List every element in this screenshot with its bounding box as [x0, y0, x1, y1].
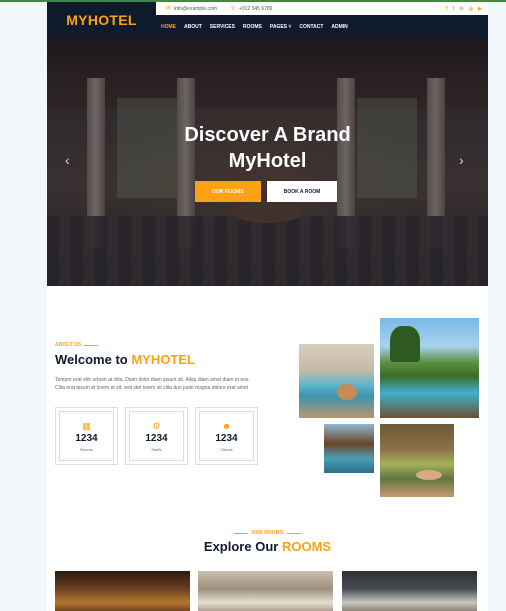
hero-title-line2: MyHotel	[228, 150, 307, 172]
main-nav: HOME ABOUT SERVICES ROOMS PAGES ˅ CONTAC…	[156, 15, 488, 38]
stat-card-rooms: ▦ 1234 Rooms	[55, 407, 118, 465]
stat-card-inner: ☻ 1234 Clients	[199, 411, 254, 461]
rooms-subtitle: OUR ROOMS	[47, 530, 488, 536]
about-photo-resort-pool	[380, 318, 479, 418]
social-links: f t in ◎ ▶	[446, 6, 482, 12]
nav-contact[interactable]: CONTACT	[299, 24, 323, 30]
stat-value: 1234	[145, 432, 168, 444]
hotel-icon: ▦	[82, 420, 91, 431]
stat-label: Staffs	[151, 446, 162, 452]
stat-label: Clients	[220, 446, 233, 452]
about-photo-detail	[416, 470, 442, 480]
rooms-subtitle-line-right	[287, 532, 302, 534]
about-photo-villa	[324, 424, 374, 473]
rooms-subtitle-text: OUR ROOMS	[251, 530, 284, 536]
topbar-email-text: info@example.com	[174, 5, 217, 12]
header: MYHOTEL ✉ info@example.com ✆ +012 345 67…	[47, 2, 488, 38]
stat-card-inner: ▦ 1234 Rooms	[59, 411, 114, 461]
users-icon: ☻	[221, 420, 232, 431]
topbar: ✉ info@example.com ✆ +012 345 6789 f t i…	[156, 2, 488, 15]
about-photo-pool-loungers	[299, 344, 374, 418]
stat-card-clients: ☻ 1234 Clients	[195, 407, 258, 465]
book-room-button[interactable]: BOOK A ROOM	[267, 181, 337, 202]
about-title: Welcome to MYHOTEL	[55, 352, 195, 367]
about-subtitle-text: ABOUT US	[55, 342, 82, 348]
nav-pages-dropdown[interactable]: PAGES ˅	[270, 24, 291, 30]
facebook-icon[interactable]: f	[446, 6, 448, 12]
users-cog-icon: ⚙	[152, 420, 161, 431]
about-subtitle-line	[84, 344, 99, 346]
rooms-title-accent: ROOMS	[281, 539, 332, 554]
stat-value: 1234	[75, 432, 98, 444]
hero-title-line1: Discover A Brand	[184, 124, 351, 146]
room-card-image[interactable]	[198, 571, 333, 611]
about-photo-detail	[390, 326, 420, 362]
chevron-right-icon[interactable]: ›	[459, 152, 464, 168]
topbar-phone: ✆ +012 345 6789	[230, 5, 273, 13]
chevron-left-icon[interactable]: ‹	[65, 152, 70, 168]
stat-label: Rooms	[80, 446, 93, 452]
room-card-image[interactable]	[55, 571, 190, 611]
instagram-icon[interactable]: ◎	[469, 6, 473, 12]
about-title-accent: MYHOTEL	[131, 352, 195, 367]
topbar-email: ✉ info@example.com	[166, 5, 217, 13]
brand-logo[interactable]: MYHOTEL	[47, 2, 156, 38]
stat-value: 1234	[215, 432, 238, 444]
our-rooms-button[interactable]: OUR ROOMS	[195, 181, 261, 202]
about-photo-detail	[337, 384, 357, 400]
page: MYHOTEL ✉ info@example.com ✆ +012 345 67…	[47, 2, 488, 611]
phone-icon: ✆	[230, 6, 236, 12]
about-subtitle: ABOUT US	[55, 342, 99, 348]
rooms-subtitle-line-left	[233, 532, 248, 534]
twitter-icon[interactable]: t	[453, 6, 455, 12]
nav-rooms[interactable]: ROOMS	[243, 24, 262, 30]
hero-carousel: Discover A Brand MyHotel OUR ROOMS BOOK …	[47, 38, 488, 286]
nav-home[interactable]: HOME	[161, 24, 176, 30]
rooms-title-prefix: Explore Our	[203, 539, 279, 554]
envelope-icon: ✉	[166, 6, 172, 12]
about-text: Tempor erat elitr rebum at clita. Diam d…	[55, 377, 250, 391]
topbar-phone-text: +012 345 6789	[238, 5, 273, 12]
stat-card-inner: ⚙ 1234 Staffs	[129, 411, 184, 461]
nav-admin[interactable]: ADMIN	[331, 24, 347, 30]
stat-card-staffs: ⚙ 1234 Staffs	[125, 407, 188, 465]
room-card-image[interactable]	[342, 571, 477, 611]
about-title-prefix: Welcome to	[55, 352, 128, 367]
about-photo-lounge	[380, 424, 454, 497]
nav-about[interactable]: ABOUT	[184, 24, 202, 30]
linkedin-icon[interactable]: in	[459, 6, 463, 12]
youtube-icon[interactable]: ▶	[478, 6, 482, 12]
rooms-title: Explore Our ROOMS	[47, 539, 488, 554]
nav-services[interactable]: SERVICES	[210, 24, 235, 30]
